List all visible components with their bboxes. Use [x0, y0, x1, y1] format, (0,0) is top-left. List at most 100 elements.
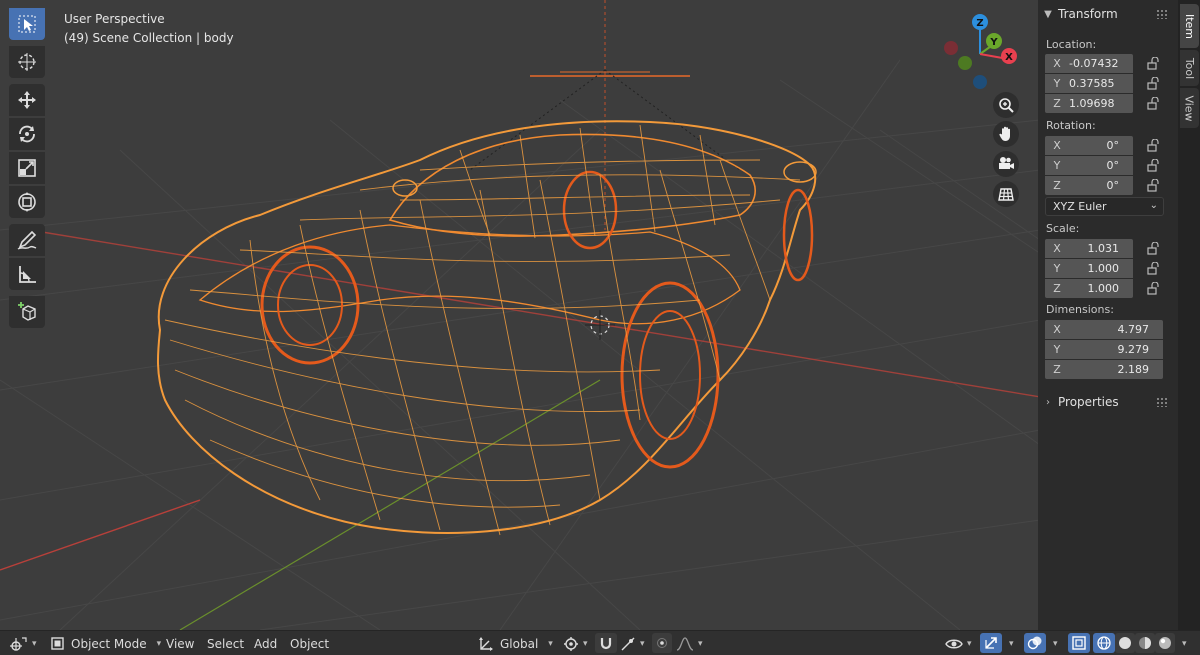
gizmo-neg-y[interactable]: [958, 56, 972, 70]
lock-icon[interactable]: [1146, 77, 1160, 91]
overlays-toggle[interactable]: [1024, 633, 1046, 653]
lock-icon[interactable]: [1146, 57, 1160, 71]
proportional-edit-icon: [657, 638, 667, 648]
location-label: Location:: [1046, 38, 1097, 51]
proportional-falloff-select[interactable]: ▾: [676, 631, 703, 655]
chevron-down-icon: ▾: [967, 638, 972, 649]
move-tool[interactable]: [9, 84, 45, 116]
dimensions-y-field[interactable]: Y 9.279: [1045, 340, 1163, 359]
rotation-y-field[interactable]: Y 0°: [1045, 156, 1133, 175]
y-axis-line: [179, 379, 601, 630]
chevron-down-icon: ▾: [1009, 638, 1014, 649]
properties-panel-header[interactable]: › Properties: [1038, 389, 1178, 415]
shading-rendered-button[interactable]: [1155, 633, 1175, 653]
tab-item[interactable]: Item: [1180, 4, 1199, 48]
gizmo-neg-x[interactable]: [944, 41, 958, 55]
zoom-button[interactable]: [993, 92, 1019, 118]
collection-label: (49) Scene Collection | body: [64, 31, 234, 45]
lock-icon[interactable]: [1146, 159, 1160, 173]
overlays-options-select[interactable]: ▾: [1049, 631, 1058, 655]
ortho-toggle-button[interactable]: [993, 181, 1019, 207]
chevron-down-icon: ▾: [1053, 638, 1058, 649]
properties-title: Properties: [1058, 395, 1119, 409]
xray-toggle[interactable]: [1068, 633, 1090, 653]
cursor-tool[interactable]: [9, 46, 45, 78]
lock-icon[interactable]: [1146, 242, 1160, 256]
lock-icon[interactable]: [1146, 262, 1160, 276]
menu-object[interactable]: Object: [290, 631, 329, 655]
tab-view[interactable]: View: [1180, 88, 1199, 128]
measure-icon: [19, 266, 36, 283]
cursor-icon: [18, 53, 36, 71]
floor-grid: [0, 59, 1200, 630]
falloff-curve-icon: [676, 636, 694, 651]
wireframe-car-scene: [0, 0, 1200, 630]
snap-target-select[interactable]: ▾: [620, 631, 645, 655]
drag-grip-icon[interactable]: [1156, 397, 1168, 407]
3d-viewport[interactable]: User Perspective (49) Scene Collection |…: [0, 0, 1200, 630]
shading-material-button[interactable]: [1135, 633, 1155, 653]
location-x-field[interactable]: X -0.07432: [1045, 54, 1133, 73]
mode-select[interactable]: Object Mode ▾: [50, 631, 161, 655]
rotation-x-field[interactable]: X 0°: [1045, 136, 1133, 155]
rendered-sphere-icon: [1159, 637, 1171, 649]
chevron-down-icon: ▾: [698, 638, 703, 649]
location-z-field[interactable]: Z 1.09698: [1045, 94, 1133, 113]
proportional-edit-toggle[interactable]: [652, 633, 672, 653]
orientation-select[interactable]: Global ▾: [478, 631, 553, 655]
chevron-right-icon: ›: [1046, 396, 1050, 408]
select-box-tool[interactable]: [9, 8, 45, 40]
gizmo-options-select[interactable]: ▾: [1005, 631, 1014, 655]
annotate-tool[interactable]: [9, 224, 45, 256]
tab-tool-label: Tool: [1183, 57, 1196, 79]
orientation-label: Global: [500, 636, 539, 651]
shading-options-select[interactable]: ▾: [1178, 631, 1187, 655]
lock-icon[interactable]: [1146, 139, 1160, 153]
tab-tool[interactable]: Tool: [1180, 50, 1199, 86]
editor-type-icon: [10, 636, 27, 651]
menu-add[interactable]: Add: [254, 631, 277, 655]
pivot-point-select[interactable]: ▾: [563, 631, 588, 655]
left-toolbar: [9, 8, 45, 334]
viewport-header-bar: ▾ Object Mode ▾ View Select Add Object G…: [0, 630, 1200, 655]
menu-select[interactable]: Select: [207, 631, 244, 655]
shading-wireframe-button[interactable]: [1093, 633, 1115, 653]
shading-solid-button[interactable]: [1115, 633, 1135, 653]
camera-icon: [999, 157, 1014, 169]
scale-icon: [18, 159, 36, 177]
material-sphere-icon: [1139, 637, 1151, 649]
measure-tool[interactable]: [9, 258, 45, 290]
magnet-icon: [600, 638, 612, 650]
scale-z-field[interactable]: Z 1.000: [1045, 279, 1133, 298]
lock-icon[interactable]: [1146, 179, 1160, 193]
dimensions-x-field[interactable]: X 4.797: [1045, 320, 1163, 339]
gizmo-toggle[interactable]: [980, 633, 1002, 653]
transform-orientation-icon: [479, 636, 493, 651]
transform-tool[interactable]: [9, 186, 45, 218]
gizmo-neg-z[interactable]: [973, 75, 987, 89]
overlays-icon: [1027, 636, 1042, 650]
lock-icon[interactable]: [1146, 97, 1160, 111]
scale-y-field[interactable]: Y 1.000: [1045, 259, 1133, 278]
menu-view[interactable]: View: [166, 631, 194, 655]
scale-label: Scale:: [1046, 222, 1080, 235]
rotation-z-field[interactable]: Z 0°: [1045, 176, 1133, 195]
lock-icon[interactable]: [1146, 282, 1160, 296]
camera-view-button[interactable]: [993, 151, 1019, 177]
add-cube-tool[interactable]: [9, 296, 45, 328]
scale-x-field[interactable]: X 1.031: [1045, 239, 1133, 258]
location-y-field[interactable]: Y 0.37585: [1045, 74, 1133, 93]
drag-grip-icon[interactable]: [1156, 9, 1168, 19]
visibility-select[interactable]: ▾: [945, 631, 972, 655]
pan-button[interactable]: [993, 121, 1019, 147]
dimensions-z-field[interactable]: Z 2.189: [1045, 360, 1163, 379]
editor-type-button[interactable]: ▾: [10, 631, 37, 655]
snap-increment-icon: [621, 637, 635, 650]
rotation-label: Rotation:: [1046, 119, 1096, 132]
rotation-mode-select[interactable]: XYZ Euler ⌄: [1045, 197, 1164, 216]
snap-toggle[interactable]: [595, 633, 617, 653]
rotate-tool[interactable]: [9, 118, 45, 150]
navigation-gizmo[interactable]: Z Y X: [938, 10, 1022, 94]
transform-panel-header[interactable]: ▼ Transform: [1038, 1, 1178, 27]
scale-tool[interactable]: [9, 152, 45, 184]
